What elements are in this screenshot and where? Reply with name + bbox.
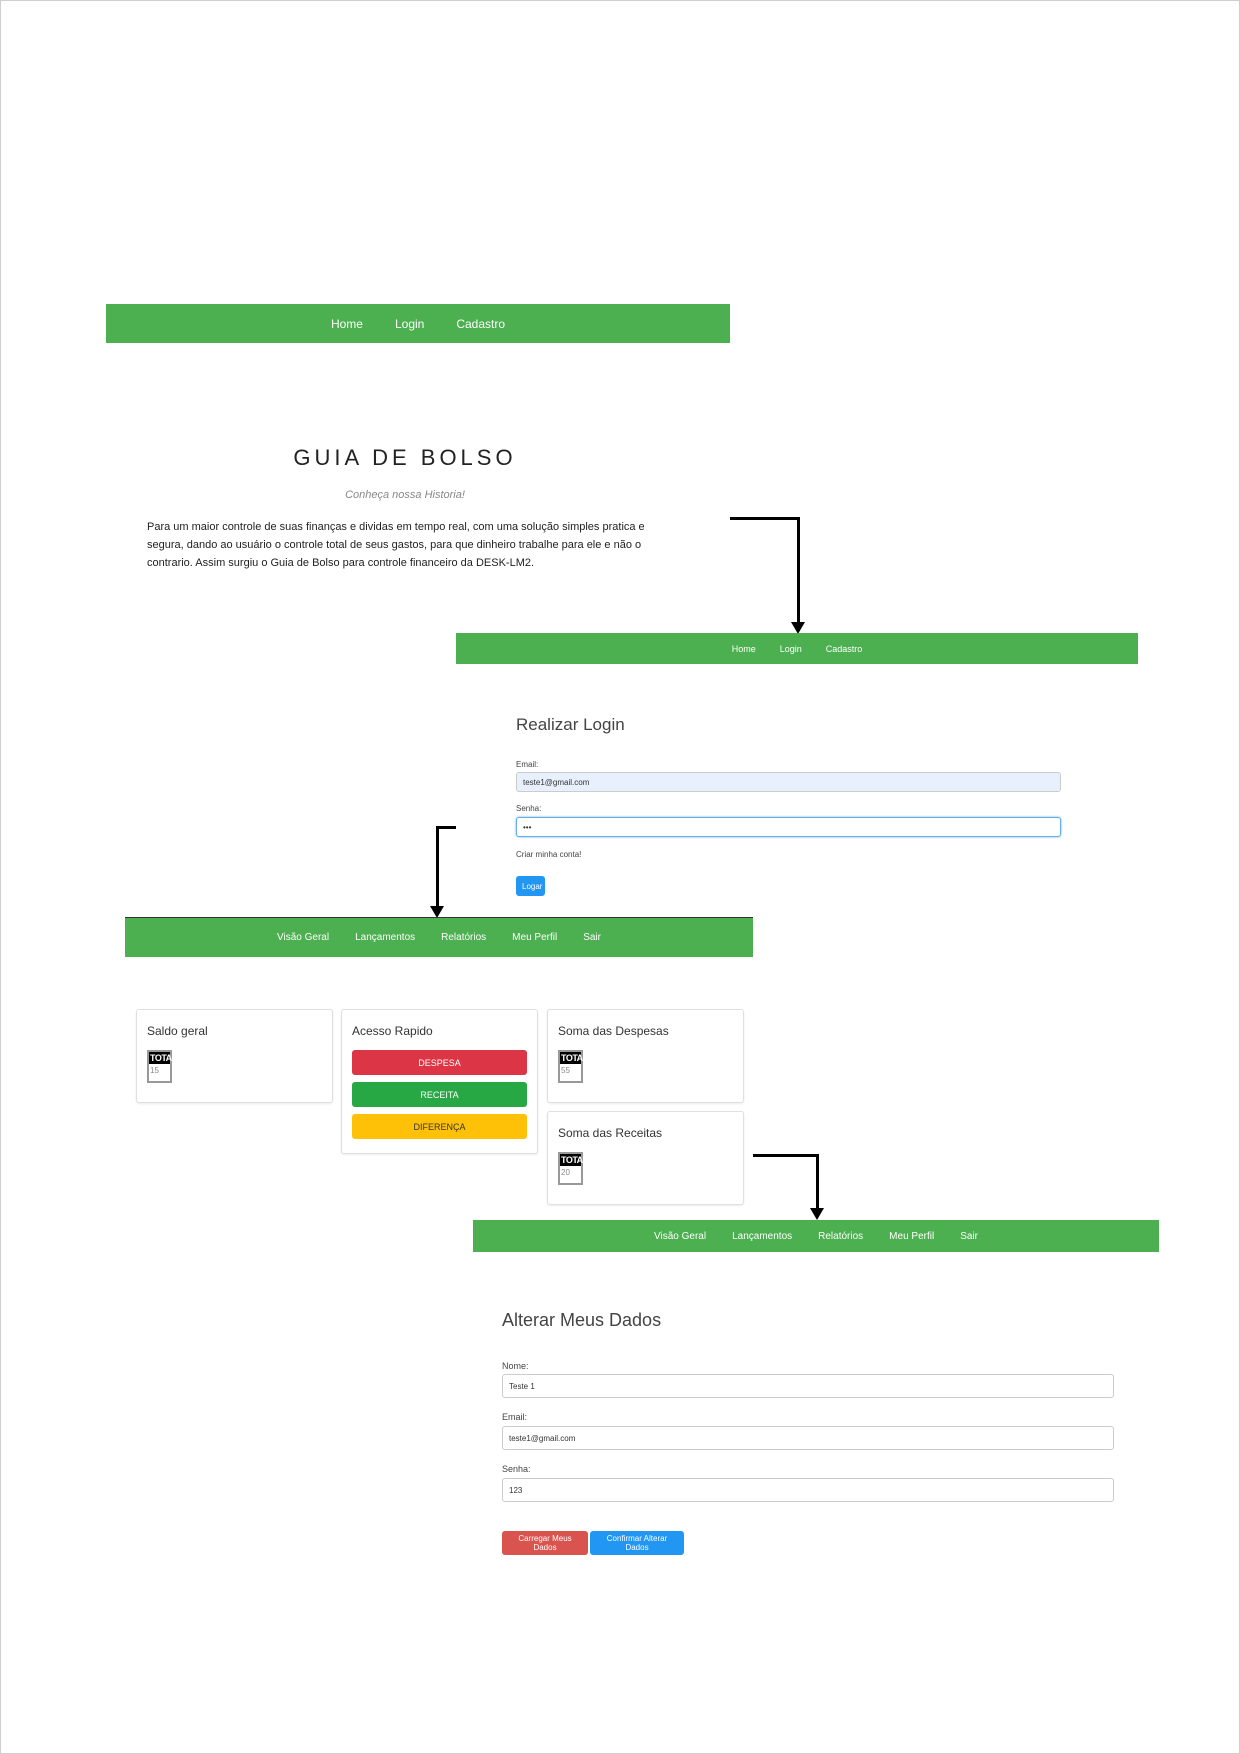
profile-password-label: Senha:	[502, 1464, 531, 1474]
nav-login-link[interactable]: Login	[780, 644, 802, 654]
nav-entries-link[interactable]: Lançamentos	[355, 932, 415, 943]
profile-email-input[interactable]	[502, 1426, 1114, 1450]
app-navbar-profile-screen: Visão Geral Lançamentos Relatórios Meu P…	[473, 1220, 1159, 1252]
nav-reports-link[interactable]: Relatórios	[441, 932, 486, 943]
balance-total-label: TOTAL	[149, 1052, 177, 1064]
difference-button[interactable]: DIFERENÇA	[352, 1114, 527, 1139]
page-subtitle: Conheça nossa Historia!	[345, 489, 465, 501]
nav-profile-link[interactable]: Meu Perfil	[512, 932, 557, 943]
login-heading: Realizar Login	[516, 715, 625, 734]
nav-cadastro-link[interactable]: Cadastro	[826, 644, 863, 654]
profile-name-label: Nome:	[502, 1361, 529, 1371]
incomes-total-label: TOTAL	[560, 1154, 588, 1166]
login-password-input[interactable]	[516, 817, 1061, 837]
nav-logout-link[interactable]: Sair	[583, 932, 601, 943]
expenses-total-box: TOTAL 55	[558, 1050, 588, 1083]
public-navbar-login-screen: Home Login Cadastro	[456, 633, 1138, 664]
expenses-total-value: 55	[561, 1066, 570, 1075]
nav-reports-link[interactable]: Relatórios	[818, 1231, 863, 1242]
login-email-label: Email:	[516, 760, 539, 769]
profile-heading: Alterar Meus Dados	[502, 1310, 662, 1330]
balance-card-title: Saldo geral	[147, 1024, 208, 1038]
incomes-total-value: 20	[561, 1168, 570, 1177]
nav-cadastro-link[interactable]: Cadastro	[456, 317, 505, 331]
app-navbar-dashboard-screen: Visão Geral Lançamentos Relatórios Meu P…	[125, 917, 753, 957]
incomes-sum-title: Soma das Receitas	[558, 1126, 663, 1140]
nav-home-link[interactable]: Home	[331, 317, 363, 331]
expenses-total-label: TOTAL	[560, 1052, 588, 1064]
profile-email-label: Email:	[502, 1412, 528, 1422]
expenses-sum-title: Soma das Despesas	[558, 1024, 669, 1038]
profile-name-input[interactable]	[502, 1374, 1114, 1398]
expense-button[interactable]: DESPESA	[352, 1050, 527, 1075]
quick-access-card: Acesso Rapido DESPESA RECEITA DIFERENÇA	[341, 1009, 538, 1154]
profile-password-input[interactable]	[502, 1478, 1114, 1502]
intro-paragraph: Para um maior controle de suas finanças …	[147, 521, 645, 569]
balance-total-box: TOTAL 15	[147, 1050, 177, 1083]
balance-card: Saldo geral TOTAL 15	[136, 1009, 333, 1103]
nav-entries-link[interactable]: Lançamentos	[732, 1231, 792, 1242]
load-my-data-button[interactable]: Carregar Meus Dados	[502, 1531, 588, 1555]
nav-login-link[interactable]: Login	[395, 317, 424, 331]
incomes-total-box: TOTAL 20	[558, 1152, 588, 1185]
expenses-sum-card: Soma das Despesas TOTAL 55	[547, 1009, 744, 1103]
balance-total-value: 15	[150, 1066, 159, 1075]
nav-profile-link[interactable]: Meu Perfil	[889, 1231, 934, 1242]
page-title: GUIA DE BOLSO	[293, 445, 517, 470]
nav-overview-link[interactable]: Visão Geral	[654, 1231, 706, 1242]
login-button[interactable]: Logar	[516, 876, 545, 896]
nav-overview-link[interactable]: Visão Geral	[277, 932, 329, 943]
quick-access-title: Acesso Rapido	[352, 1024, 433, 1038]
nav-logout-link[interactable]: Sair	[960, 1231, 978, 1242]
create-account-link[interactable]: Criar minha conta!	[516, 850, 581, 859]
incomes-sum-card: Soma das Receitas TOTAL 20	[547, 1111, 744, 1205]
income-button[interactable]: RECEITA	[352, 1082, 527, 1107]
login-password-label: Senha:	[516, 804, 542, 813]
nav-home-link[interactable]: Home	[732, 644, 756, 654]
public-navbar-home-screen: Home Login Cadastro	[106, 304, 730, 343]
confirm-change-data-button[interactable]: Confirmar Alterar Dados	[590, 1531, 684, 1555]
login-email-input[interactable]	[516, 772, 1061, 792]
